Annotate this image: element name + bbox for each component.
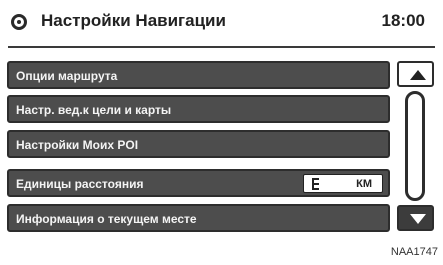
arrow-up-icon xyxy=(410,70,426,80)
menu-item-label: Единицы расстояния xyxy=(16,177,144,191)
menu-item-label: Опции маршрута xyxy=(16,69,118,83)
clock: 18:00 xyxy=(381,11,425,30)
back-icon[interactable] xyxy=(11,14,27,30)
arrow-down-icon xyxy=(410,214,426,224)
menu-item-guidance-and-map[interactable]: Настр. вед.к цели и карты xyxy=(7,95,390,123)
page-title: Настройки Навигации xyxy=(41,11,226,30)
distance-unit-value-box: КМ xyxy=(303,174,383,193)
navigation-settings-screen: Настройки Навигации 18:00 Опции маршрута… xyxy=(0,0,443,245)
menu-item-route-options[interactable]: Опции маршрута xyxy=(7,61,390,89)
scroll-control xyxy=(397,61,434,231)
header-divider xyxy=(8,46,435,48)
scroll-up-button[interactable] xyxy=(397,61,434,87)
menu-item-label: Информация о текущем месте xyxy=(16,212,197,226)
menu-item-label: Настройки Моих POI xyxy=(16,138,139,152)
menu-item-label: Настр. вед.к цели и карты xyxy=(16,103,172,117)
distance-unit-value: КМ xyxy=(356,178,372,190)
header: Настройки Навигации 18:00 xyxy=(0,0,443,56)
menu-item-current-location-info[interactable]: Информация о текущем месте xyxy=(7,204,390,232)
figure-code: NAA1747 xyxy=(390,246,438,258)
scroll-down-button[interactable] xyxy=(397,205,434,231)
scrollbar[interactable] xyxy=(405,91,425,201)
menu-item-distance-units[interactable]: Единицы расстояния КМ xyxy=(7,169,390,197)
ruler-icon xyxy=(312,178,320,190)
menu-item-my-poi-settings[interactable]: Настройки Моих POI xyxy=(7,130,390,158)
